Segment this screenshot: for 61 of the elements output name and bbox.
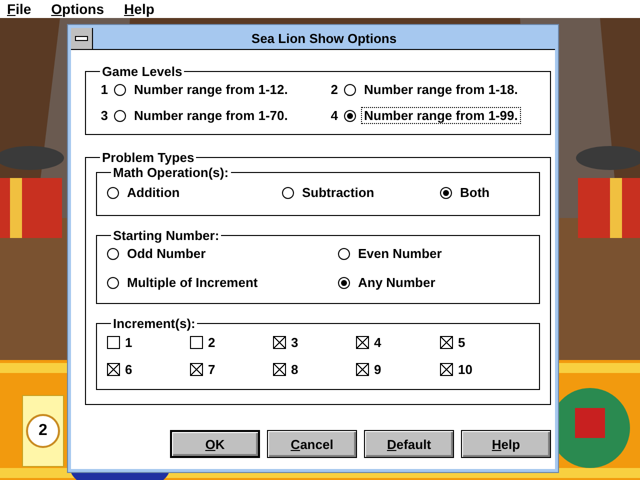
group-label: Game Levels xyxy=(101,64,184,79)
checkbox-option[interactable]: 8 xyxy=(273,362,356,377)
radio-button[interactable] xyxy=(338,248,350,260)
radio-button[interactable] xyxy=(344,84,356,96)
radio-button[interactable] xyxy=(107,276,119,288)
dialog-button[interactable]: OK xyxy=(170,430,260,458)
radio-option[interactable]: Both xyxy=(440,184,529,201)
checkbox-option[interactable]: 10 xyxy=(440,362,529,377)
checkbox[interactable] xyxy=(273,336,286,349)
level-number: 4 xyxy=(330,108,338,123)
window-title: Sea Lion Show Options xyxy=(250,30,398,48)
checkbox-option[interactable]: 9 xyxy=(356,362,440,377)
menu-item[interactable]: File xyxy=(7,1,32,17)
radio-option[interactable]: Subtraction xyxy=(282,184,440,201)
checkbox-option[interactable]: 3 xyxy=(273,335,356,350)
checkbox[interactable] xyxy=(190,363,203,376)
radio-button[interactable] xyxy=(107,248,119,260)
radio-button[interactable] xyxy=(282,186,294,198)
checkbox[interactable] xyxy=(273,363,286,376)
radio-button[interactable] xyxy=(338,276,350,288)
checkbox-option[interactable]: 2 xyxy=(190,335,273,350)
group-label: Problem Types xyxy=(101,150,196,165)
level-badge: 2 xyxy=(26,414,60,448)
radio-option[interactable]: 2 Number range from 1-18. xyxy=(326,81,540,98)
radio-button[interactable] xyxy=(107,186,119,198)
system-menu-button[interactable] xyxy=(71,28,93,49)
checkbox-option[interactable]: 7 xyxy=(190,362,273,377)
checkbox-option[interactable]: 5 xyxy=(440,335,529,350)
radio-button[interactable] xyxy=(440,186,452,198)
group-label: Math Operation(s): xyxy=(112,165,230,180)
dash-icon xyxy=(75,36,88,41)
checkbox[interactable] xyxy=(440,336,453,349)
radio-button[interactable] xyxy=(114,110,126,122)
radio-option[interactable]: 1 Number range from 1-12. xyxy=(96,81,326,98)
radio-option[interactable]: Addition xyxy=(107,184,282,201)
radio-option[interactable]: Any Number xyxy=(338,274,529,291)
menu-item[interactable]: Options xyxy=(51,1,104,17)
checkbox[interactable] xyxy=(107,336,120,349)
radio-button[interactable] xyxy=(114,84,126,96)
checkbox-option[interactable]: 6 xyxy=(107,362,190,377)
checkbox-option[interactable]: 1 xyxy=(107,335,190,350)
radio-option[interactable]: 3 Number range from 1-70. xyxy=(96,107,326,124)
level-number: 1 xyxy=(100,82,108,97)
checkbox[interactable] xyxy=(440,363,453,376)
dialog-button[interactable]: Help xyxy=(461,430,551,458)
checkbox[interactable] xyxy=(356,336,369,349)
level-number: 3 xyxy=(100,108,108,123)
checkbox-option[interactable]: 4 xyxy=(356,335,440,350)
menu-item[interactable]: Help xyxy=(124,1,154,17)
radio-option[interactable]: Odd Number xyxy=(107,245,338,262)
group-label: Increment(s): xyxy=(112,316,196,331)
level-number: 2 xyxy=(330,82,338,97)
checkbox[interactable] xyxy=(107,363,120,376)
radio-option[interactable]: Multiple of Increment xyxy=(107,274,338,291)
checkbox[interactable] xyxy=(190,336,203,349)
radio-option[interactable]: Even Number xyxy=(338,245,529,262)
radio-button[interactable] xyxy=(344,110,356,122)
dialog-button[interactable]: Cancel xyxy=(267,430,357,458)
checkbox[interactable] xyxy=(356,363,369,376)
group-label: Starting Number: xyxy=(112,228,220,243)
dialog-button[interactable]: Default xyxy=(364,430,454,458)
